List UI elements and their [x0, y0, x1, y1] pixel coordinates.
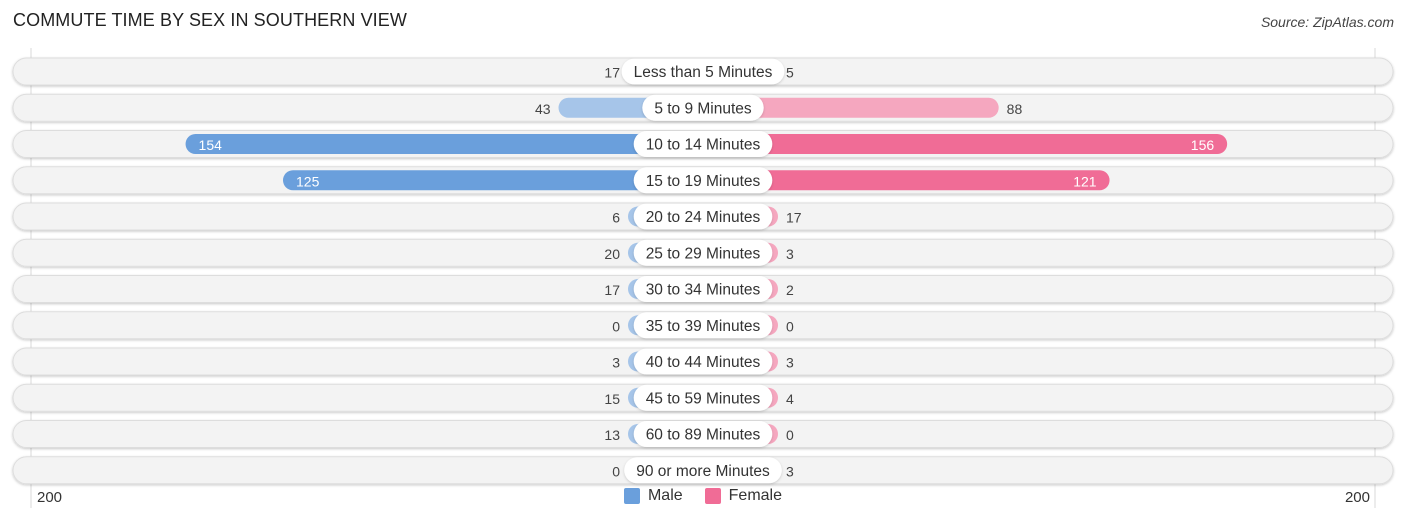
value-label-male: 0	[612, 463, 620, 479]
row-8: 3 3 40 to 44 Minutes	[12, 347, 1394, 376]
legend-item-male: Male	[623, 487, 683, 505]
value-label-female: 0	[786, 318, 794, 334]
legend-label-male: Male	[647, 487, 683, 504]
row-6: 17 2 30 to 34 Minutes	[12, 275, 1394, 303]
row-4: 6 17 20 to 24 Minutes	[12, 202, 1394, 231]
category-label: 45 to 59 Minutes	[646, 390, 761, 407]
value-label-female: 88	[1007, 101, 1023, 117]
value-label-male: 13	[604, 427, 620, 443]
row-10: 13 0 60 to 89 Minutes	[12, 420, 1394, 448]
value-label-female: 0	[786, 427, 794, 443]
row-2: 154 156 10 to 14 Minutes	[12, 130, 1394, 158]
category-label: 90 or more Minutes	[636, 463, 770, 480]
legend-item-female: Female	[704, 487, 783, 505]
value-label-male: 154	[199, 137, 223, 153]
value-label-female: 156	[1191, 137, 1215, 153]
category-label: 35 to 39 Minutes	[646, 318, 761, 335]
value-label-male: 3	[612, 355, 620, 371]
value-label-female: 3	[786, 463, 794, 479]
value-label-female: 5	[786, 65, 794, 81]
value-label-male: 6	[612, 210, 620, 226]
row-9: 15 4 45 to 59 Minutes	[12, 383, 1394, 412]
value-label-female: 3	[786, 355, 794, 371]
value-label-male: 43	[535, 101, 551, 117]
value-label-male: 17	[604, 65, 620, 81]
value-label-male: 17	[604, 282, 620, 298]
row-1: 43 88 5 to 9 Minutes	[12, 93, 1394, 122]
category-label: 30 to 34 Minutes	[646, 282, 761, 299]
category-label: 40 to 44 Minutes	[646, 354, 761, 371]
bar-male	[185, 134, 703, 154]
row-0: 17 5 Less than 5 Minutes	[12, 57, 1394, 86]
category-label: 10 to 14 Minutes	[646, 137, 761, 154]
category-label: 5 to 9 Minutes	[654, 100, 752, 117]
category-label: 25 to 29 Minutes	[646, 245, 761, 262]
value-label-male: 125	[296, 173, 320, 189]
value-label-male: 0	[612, 318, 620, 334]
legend-swatch-male	[623, 488, 640, 504]
value-label-female: 3	[786, 246, 794, 262]
row-7: 0 0 35 to 39 Minutes	[12, 311, 1394, 340]
value-label-male: 15	[604, 391, 620, 407]
category-label: 15 to 19 Minutes	[646, 173, 761, 190]
chart-area: 17 5Less than 5 Minutes43 885 to 9 Minutes…	[12, 48, 1394, 508]
legend-swatch-female	[704, 488, 721, 504]
row-3: 125 121 15 to 19 Minutes	[12, 166, 1394, 195]
legend-label-female: Female	[728, 487, 783, 504]
category-label: 60 to 89 Minutes	[646, 427, 761, 444]
value-label-female: 17	[786, 210, 802, 226]
value-label-female: 121	[1073, 173, 1097, 189]
category-label: Less than 5 Minutes	[634, 64, 773, 81]
value-label-female: 4	[786, 391, 794, 407]
row-5: 20 3 25 to 29 Minutes	[12, 238, 1394, 267]
value-label-female: 2	[786, 282, 794, 298]
category-label: 20 to 24 Minutes	[646, 209, 761, 226]
bar-female	[703, 134, 1228, 154]
row-11: 0 3 90 or more Minutes	[12, 456, 1394, 485]
legend: Male Female	[0, 487, 1406, 505]
value-label-male: 20	[604, 246, 620, 262]
